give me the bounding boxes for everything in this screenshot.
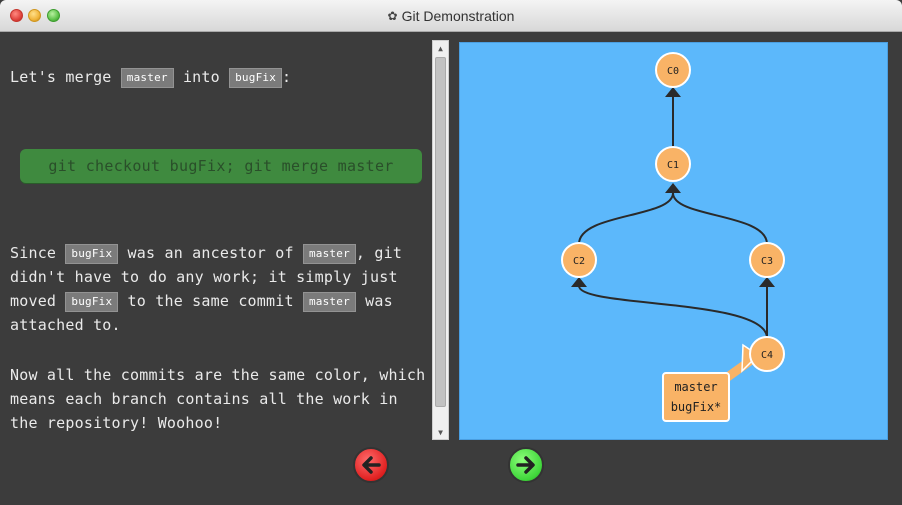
commit-c1[interactable]: C1 (655, 146, 691, 182)
branch-labels[interactable]: master bugFix* (662, 372, 730, 422)
instructions-pane: Let's merge master into bugFix: git chec… (0, 33, 432, 441)
instruction-explanation: Since bugFix was an ancestor of master, … (10, 241, 430, 337)
instruction-conclusion: Now all the commits are the same color, … (10, 366, 426, 432)
branch-tag-bugfix: bugFix (65, 244, 119, 264)
branch-label-master: master (674, 380, 718, 394)
text-span: Let's merge (10, 68, 121, 86)
branch-tag-master: master (302, 244, 356, 264)
edge-arrowhead (665, 183, 681, 193)
branch-label-bugfix: bugFix* (670, 400, 722, 414)
text-span: was an ancestor of (118, 244, 303, 262)
command-text: git checkout bugFix; git merge master (48, 157, 394, 175)
text-span: to the same commit (118, 292, 303, 310)
commit-label: C1 (667, 160, 679, 171)
git-tree-canvas: C0 C1 C2 C3 C4 master bugFix* (459, 42, 888, 440)
command-button[interactable]: git checkout bugFix; git merge master (20, 149, 422, 183)
scroll-up-icon[interactable]: ▲ (433, 41, 448, 55)
commit-label: C0 (667, 66, 679, 77)
text-span: : (282, 68, 292, 86)
edge-arrowhead (759, 277, 775, 287)
arrow-right-icon (516, 456, 535, 474)
window-title: ✿ Git Demonstration (0, 0, 902, 32)
edge-c4-c2 (578, 285, 768, 339)
commit-c3[interactable]: C3 (749, 242, 785, 278)
commit-label: C2 (573, 256, 585, 267)
branch-tag-master: master (302, 292, 356, 312)
window-title-text: Git Demonstration (401, 8, 515, 24)
instructions-scrollbar[interactable]: ▲ ▼ (432, 40, 449, 440)
edge-arrowhead (665, 87, 681, 97)
commit-c2[interactable]: C2 (561, 242, 597, 278)
gear-icon: ✿ (387, 9, 398, 23)
commit-c0[interactable]: C0 (655, 52, 691, 88)
commit-label: C4 (761, 350, 773, 361)
scroll-down-icon[interactable]: ▼ (433, 425, 448, 439)
scroll-thumb[interactable] (435, 57, 446, 407)
edge-c3-c1 (672, 192, 768, 245)
next-button[interactable] (508, 447, 544, 483)
instruction-intro: Let's merge master into bugFix: (10, 65, 430, 89)
branch-tag-master: master (120, 68, 174, 88)
text-span: Since (10, 244, 66, 262)
edge-c2-c1 (578, 192, 674, 245)
text-span: into (173, 68, 230, 86)
commit-label: C3 (761, 256, 773, 267)
edge-arrowhead (571, 277, 587, 287)
commit-c4[interactable]: C4 (749, 336, 785, 372)
branch-tag-bugfix: bugFix (65, 292, 119, 312)
previous-button[interactable] (353, 447, 389, 483)
window-titlebar: ✿ Git Demonstration (0, 0, 902, 32)
branch-tag-bugfix: bugFix (229, 68, 283, 88)
arrow-left-icon (362, 456, 381, 474)
